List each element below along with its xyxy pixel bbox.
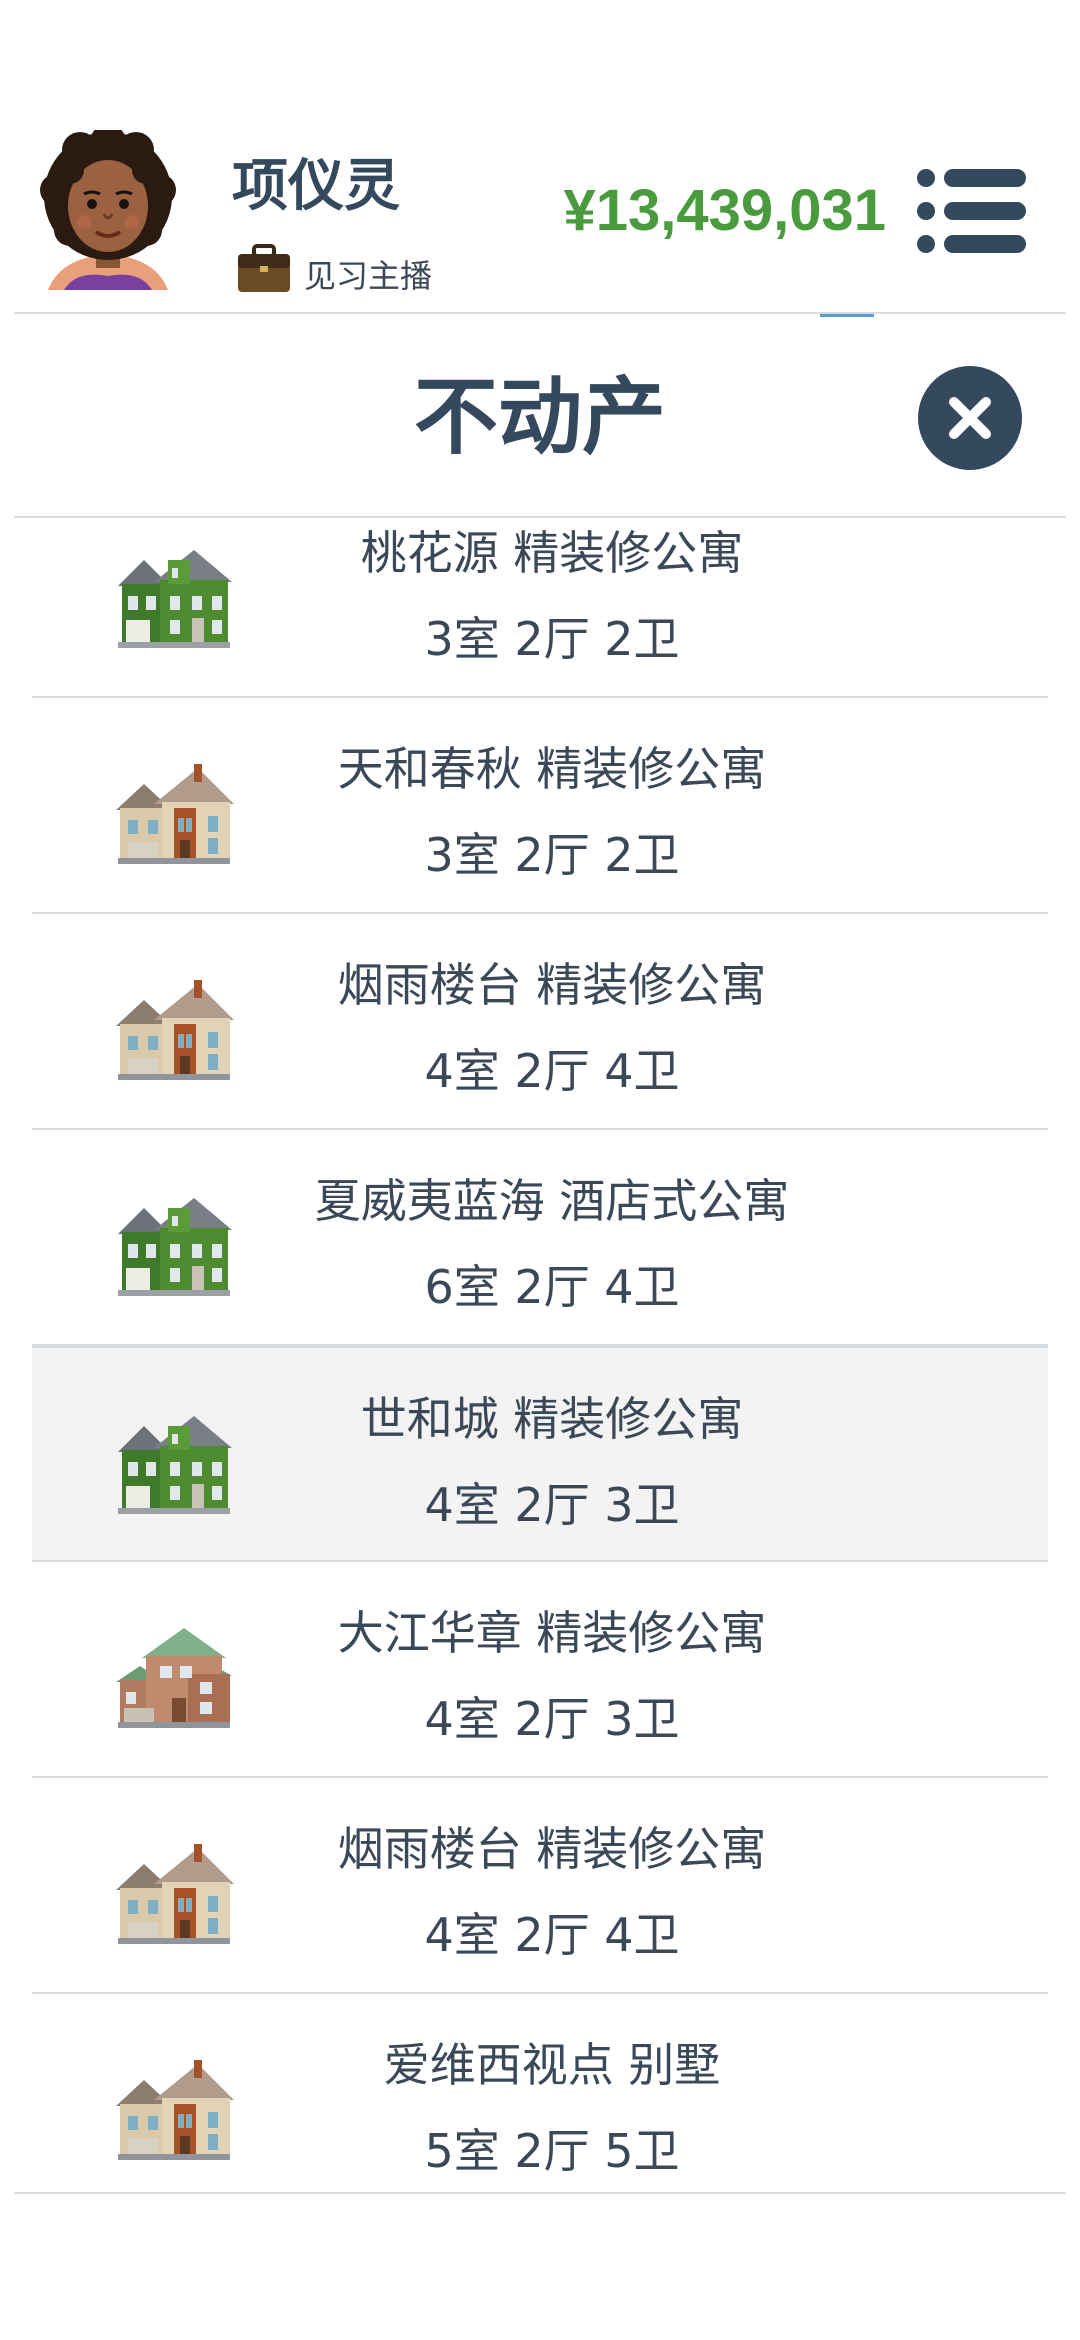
property-row[interactable]: 爱维西视点 别墅 5室 2厅 5卫 xyxy=(32,1994,1048,2190)
property-name: 夏威夷蓝海 酒店式公寓 xyxy=(314,1174,790,1228)
property-layout: 5室 2厅 5卫 xyxy=(424,2124,680,2178)
header-accent xyxy=(820,314,874,317)
property-layout: 4室 2厅 3卫 xyxy=(424,1692,680,1746)
property-layout: 4室 2厅 4卫 xyxy=(424,1044,680,1098)
property-name: 烟雨楼台 精装修公寓 xyxy=(337,1822,767,1876)
property-name: 烟雨楼台 精装修公寓 xyxy=(337,958,767,1012)
property-list-inner: 桃花源 精装修公寓 3室 2厅 2卫 天和春秋 精装修公寓 3室 2厅 2卫 烟… xyxy=(32,518,1048,2190)
close-icon xyxy=(949,397,991,439)
job-title: 见习主播 xyxy=(304,257,433,295)
close-button[interactable] xyxy=(918,366,1022,470)
woman-avatar-icon xyxy=(40,130,176,290)
property-layout: 4室 2厅 3卫 xyxy=(424,1478,680,1532)
property-name: 大江华章 精装修公寓 xyxy=(337,1606,767,1660)
property-row[interactable]: 夏威夷蓝海 酒店式公寓 6室 2厅 4卫 xyxy=(32,1130,1048,1346)
header-divider xyxy=(14,312,1066,314)
property-row[interactable]: 烟雨楼台 精装修公寓 4室 2厅 4卫 xyxy=(32,1778,1048,1994)
property-row[interactable]: 天和春秋 精装修公寓 3室 2厅 2卫 xyxy=(32,698,1048,914)
list-menu-icon[interactable] xyxy=(916,168,1028,254)
property-layout: 3室 2厅 2卫 xyxy=(424,612,680,666)
property-name: 世和城 精装修公寓 xyxy=(360,1392,744,1446)
property-layout: 4室 2厅 4卫 xyxy=(424,1908,680,1962)
property-name: 天和春秋 精装修公寓 xyxy=(337,742,767,796)
property-row[interactable]: 大江华章 精装修公寓 4室 2厅 3卫 xyxy=(32,1562,1048,1778)
property-row[interactable]: 烟雨楼台 精装修公寓 4室 2厅 4卫 xyxy=(32,914,1048,1130)
list-bottom-divider xyxy=(14,2192,1066,2194)
player-name: 项仪灵 xyxy=(232,154,400,219)
property-name: 爱维西视点 别墅 xyxy=(383,2038,721,2092)
money-balance: ¥13,439,031 xyxy=(563,178,886,243)
property-layout: 3室 2厅 2卫 xyxy=(424,828,680,882)
property-row-highlighted[interactable]: 世和城 精装修公寓 4室 2厅 3卫 xyxy=(32,1346,1048,1562)
property-row[interactable]: 桃花源 精装修公寓 3室 2厅 2卫 xyxy=(32,518,1048,698)
property-name: 桃花源 精装修公寓 xyxy=(360,526,744,580)
player-header: 项仪灵 见习主播 ¥13,439,031 xyxy=(0,0,1080,317)
property-list[interactable]: 桃花源 精装修公寓 3室 2厅 2卫 天和春秋 精装修公寓 3室 2厅 2卫 烟… xyxy=(32,518,1048,2190)
briefcase-icon xyxy=(238,244,290,292)
property-layout: 6室 2厅 4卫 xyxy=(424,1260,680,1314)
